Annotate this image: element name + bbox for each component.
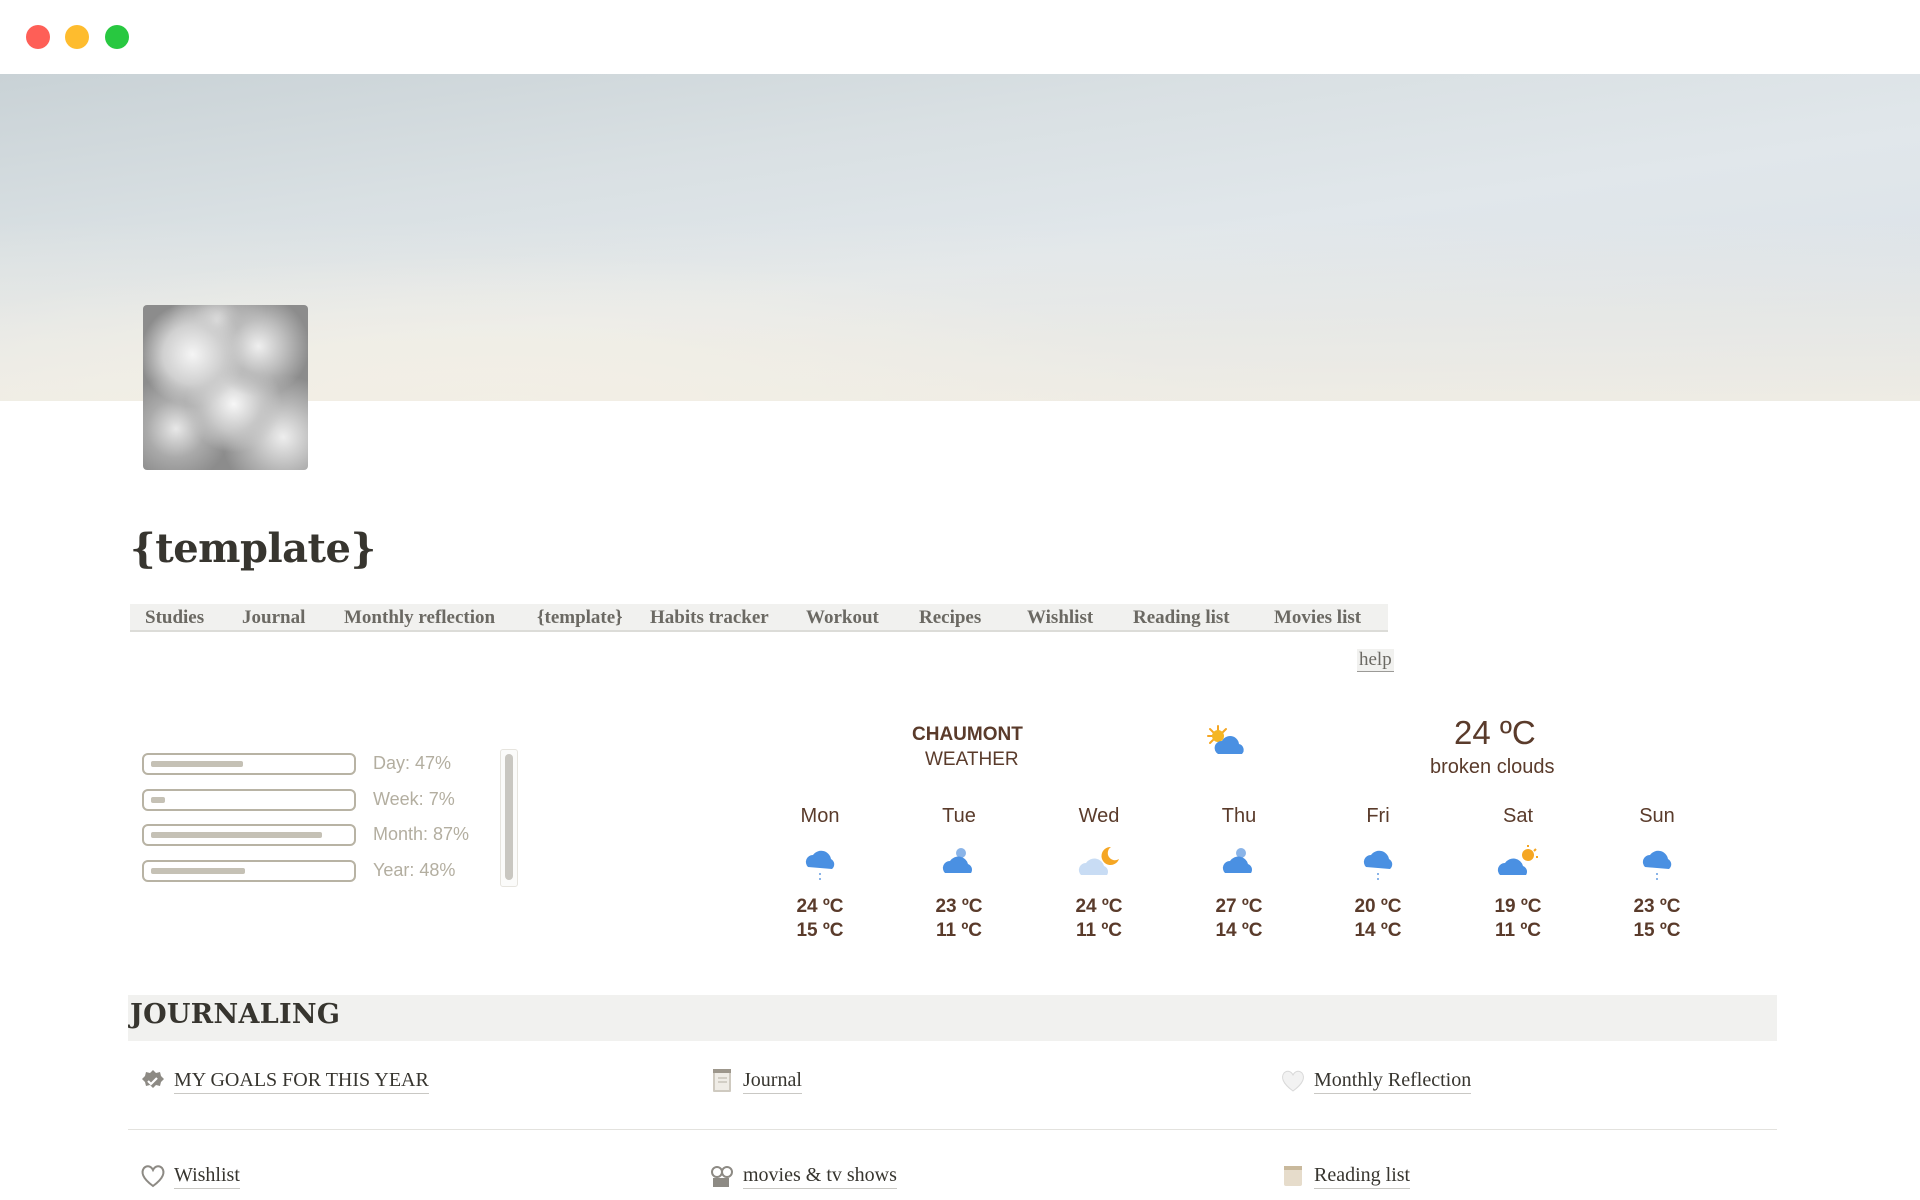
link-wishlist[interactable]: Wishlist [140,1163,240,1189]
progress-label: Day: 47% [373,753,452,773]
cloudy-icon [1184,831,1294,895]
forecast-high: 24 ºC [796,896,844,917]
rain-cloud-icon [1323,831,1433,895]
link-label: Monthly Reflection [1314,1069,1472,1094]
section-title: JOURNALING [130,999,341,1030]
white-heart-icon [1280,1068,1306,1094]
forecast-day-name: Mon [800,805,840,827]
nav-bar: Studies Journal Monthly reflection {temp… [130,604,1388,632]
nav-item-movies-list[interactable]: Movies list [1274,607,1361,629]
forecast-low: 15 ºC [796,920,844,941]
forecast-day: Thu 27 ºC 14 ºC [1184,805,1294,943]
heart-outline-icon [140,1163,166,1189]
link-reading-list[interactable]: Reading list [1280,1163,1411,1189]
forecast-day: Wed 24 ºC 11 ºC [1044,805,1154,943]
link-label: Wishlist [174,1164,240,1189]
progress-label: Month: 87% [373,824,470,844]
forecast-day-name: Sun [1639,805,1675,827]
forecast-day-name: Fri [1366,805,1390,827]
forecast-day: Mon 24 ºC 15 ºC [765,805,875,943]
forecast-low: 11 ºC [1075,920,1123,941]
forecast-high: 24 ºC [1075,896,1123,917]
rain-cloud-icon [765,831,875,895]
nav-item-template[interactable]: {template} [537,607,623,629]
weather-current-temp: 24 ºC [1454,714,1536,751]
help-link[interactable]: help [1357,649,1394,672]
nav-item-journal[interactable]: Journal [242,607,305,629]
forecast-low: 15 ºC [1633,920,1681,941]
close-window-button[interactable] [26,25,50,49]
forecast-high: 23 ºC [935,896,983,917]
progress-track [142,860,356,882]
sun-behind-cloud-icon [1204,724,1252,765]
cloudy-icon [904,831,1014,895]
link-journal[interactable]: Journal [709,1068,802,1094]
link-label: MY GOALS FOR THIS YEAR [174,1069,429,1094]
nav-item-wishlist[interactable]: Wishlist [1027,607,1093,629]
zoom-window-button[interactable] [105,25,129,49]
forecast-low: 14 ºC [1215,920,1263,941]
page-title[interactable]: {template} [130,525,376,572]
link-movies-tv-shows[interactable]: movies & tv shows [709,1163,897,1189]
scrollbar-thumb[interactable] [505,754,513,880]
forecast-high: 19 ºC [1494,896,1542,917]
link-label: movies & tv shows [743,1164,897,1189]
forecast-high: 27 ºC [1215,896,1263,917]
sun-cloud-icon [1463,831,1573,895]
forecast-day-name: Thu [1221,805,1257,827]
divider [128,1129,1777,1130]
forecast-day: Sun 23 ºC 15 ºC [1602,805,1712,943]
film-reel-icon [709,1163,735,1189]
forecast-low: 14 ºC [1354,920,1402,941]
weather-city: CHAUMONT [912,724,1023,745]
progress-label: Year: 48% [373,860,456,880]
link-monthly-reflection[interactable]: Monthly Reflection [1280,1068,1472,1094]
moon-cloud-icon [1044,831,1154,895]
forecast-day-name: Sat [1502,805,1534,827]
weather-subtitle: WEATHER [925,749,1019,770]
window-titlebar [0,0,1920,74]
minimize-window-button[interactable] [65,25,89,49]
forecast-high: 20 ºC [1354,896,1402,917]
progress-track [142,753,356,775]
forecast-low: 11 ºC [935,920,983,941]
forecast-day-name: Tue [942,805,976,827]
link-my-goals[interactable]: MY GOALS FOR THIS YEAR [140,1068,429,1094]
verified-badge-icon [140,1068,166,1094]
forecast-day-name: Wed [1078,805,1120,827]
weather-description: broken clouds [1430,756,1555,778]
notebook-icon [709,1068,735,1094]
nav-item-studies[interactable]: Studies [145,607,204,629]
nav-item-recipes[interactable]: Recipes [919,607,981,629]
progress-fill [151,868,245,874]
progress-fill [151,797,165,803]
progress-fill [151,761,243,767]
forecast-day: Tue 23 ºC 11 ºC [904,805,1014,943]
progress-track [142,789,356,811]
forecast-high: 23 ºC [1633,896,1681,917]
progress-label: Week: 7% [373,789,455,809]
page-icon-clouds[interactable] [143,305,308,470]
progress-scrollbar[interactable] [500,749,518,887]
forecast-day: Fri 20 ºC 14 ºC [1323,805,1433,943]
rain-cloud-icon [1602,831,1712,895]
nav-item-reading-list[interactable]: Reading list [1133,607,1230,629]
nav-item-habits-tracker[interactable]: Habits tracker [650,607,769,629]
nav-item-workout[interactable]: Workout [806,607,879,629]
journaling-section-header: JOURNALING [128,995,1777,1041]
nav-item-monthly-reflection[interactable]: Monthly reflection [344,607,495,629]
link-label: Journal [743,1069,802,1094]
link-label: Reading list [1314,1164,1411,1189]
forecast-day: Sat 19 ºC 11 ºC [1463,805,1573,943]
book-icon [1280,1163,1306,1189]
progress-track [142,824,356,846]
forecast-low: 11 ºC [1494,920,1542,941]
progress-fill [151,832,322,838]
